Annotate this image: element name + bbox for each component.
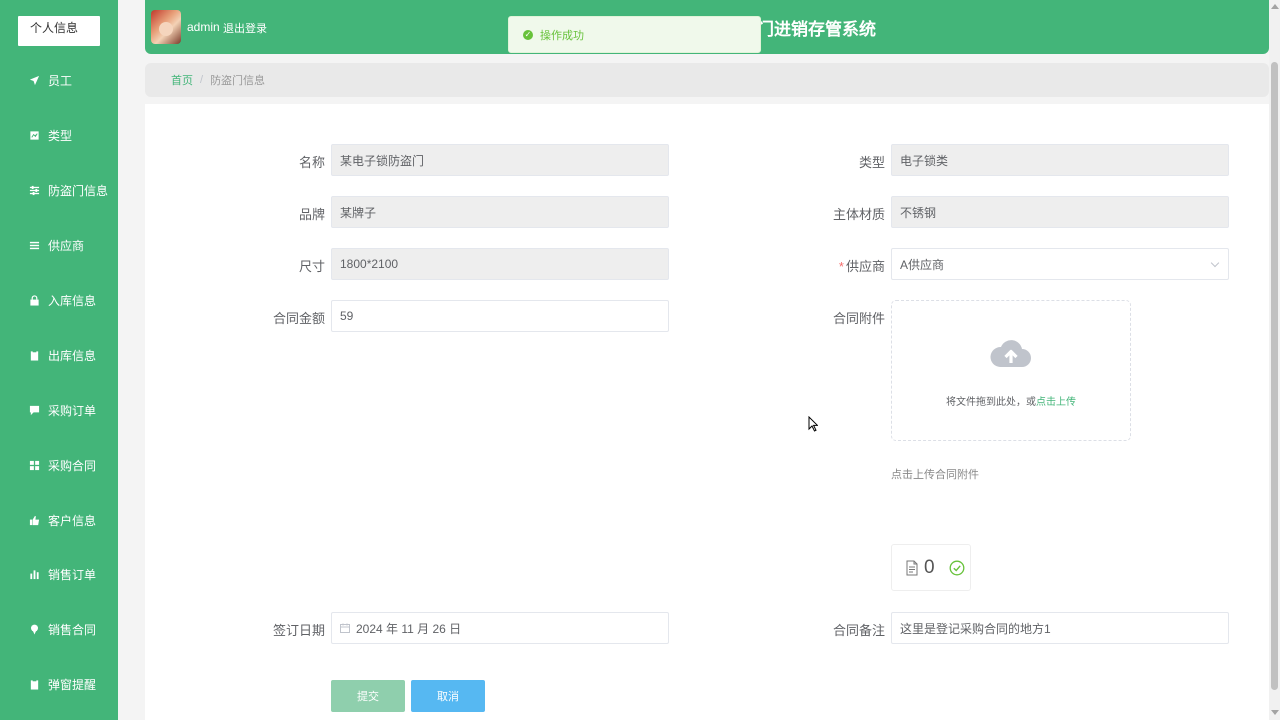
success-toast: ✓ 操作成功: [508, 16, 761, 53]
sidebar-item-stock-in[interactable]: 入库信息: [0, 285, 118, 315]
supplier-label-text: 供应商: [845, 259, 885, 274]
calendar-icon: [340, 623, 350, 633]
sidebar-item-label: 采购合同: [48, 458, 97, 473]
breadcrumb-separator: /: [200, 74, 204, 86]
pin-icon: [28, 623, 40, 635]
clipboard-icon: [28, 349, 40, 361]
size-field[interactable]: 1800*2100: [331, 248, 669, 280]
name-label: 名称: [298, 155, 325, 170]
sidebar-item-popup-reminder[interactable]: 弹窗提醒: [0, 669, 118, 699]
sliders-icon: [28, 184, 40, 196]
form-panel: 名称 某电子锁防盗门 类型 电子锁类 品牌 某牌子 主体材质 不锈钢 尺寸 18…: [145, 104, 1269, 720]
cancel-button[interactable]: 取消: [411, 680, 485, 712]
brand-field[interactable]: 某牌子: [331, 196, 669, 228]
grid-icon: [28, 459, 40, 471]
chart-box-icon: [28, 129, 40, 141]
sidebar-item-supplier[interactable]: 供应商: [0, 230, 118, 260]
sidebar-item-purchase-contract[interactable]: 采购合同: [0, 450, 118, 480]
list-icon: [28, 239, 40, 251]
chat-icon: [28, 404, 40, 416]
logout-link[interactable]: 退出登录: [223, 20, 267, 36]
avatar[interactable]: [151, 10, 181, 44]
sidebar-item-label: 类型: [48, 128, 73, 143]
sidebar-item-customer[interactable]: 客户信息: [0, 505, 118, 535]
date-value: 2024 年 11 月 26 日: [356, 621, 462, 636]
paper-plane-icon: [28, 74, 40, 86]
type-field[interactable]: 电子锁类: [891, 144, 1229, 176]
system-title: 门进销存管系统: [757, 20, 876, 39]
mouse-cursor-icon: [808, 416, 818, 432]
check-circle-icon: ✓: [523, 29, 533, 40]
sidebar-item-label: 供应商: [48, 238, 85, 253]
lock-icon: [28, 294, 40, 306]
cloud-upload-icon: [990, 340, 1031, 367]
sidebar-item-label: 员工: [48, 73, 73, 88]
remark-field[interactable]: 这里是登记采购合同的地方1: [891, 612, 1229, 644]
upload-dropzone[interactable]: 将文件拖到此处，或点击上传: [891, 300, 1131, 441]
name-field[interactable]: 某电子锁防盗门: [331, 144, 669, 176]
chevron-down-icon: [1210, 258, 1220, 268]
sidebar-item-label: 采购订单: [48, 403, 97, 418]
sidebar-item-sales-contract[interactable]: 销售合同: [0, 614, 118, 644]
sidebar-item-label: 出库信息: [48, 348, 97, 363]
scroll-up-arrow-icon[interactable]: [1271, 4, 1279, 9]
amount-field[interactable]: 59: [331, 300, 669, 332]
date-label: 签订日期: [272, 623, 325, 638]
sidebar-item-label: 入库信息: [48, 293, 97, 308]
submit-button[interactable]: 提交: [331, 680, 405, 712]
upload-link[interactable]: 点击上传: [1036, 397, 1076, 408]
date-picker[interactable]: 2024 年 11 月 26 日: [331, 612, 669, 644]
sidebar-item-sales-order[interactable]: 销售订单: [0, 559, 118, 589]
toast-message: 操作成功: [540, 29, 584, 42]
supplier-select[interactable]: A供应商: [891, 248, 1229, 280]
sidebar-item-label: 防盗门信息: [48, 183, 109, 198]
required-mark: *: [838, 259, 844, 274]
upload-hint: 将文件拖到此处，或: [946, 397, 1036, 408]
brand-label: 品牌: [298, 207, 325, 222]
sidebar-item-stock-out[interactable]: 出库信息: [0, 340, 118, 370]
amount-label: 合同金额: [272, 311, 325, 326]
supplier-label: * 供应商: [805, 256, 885, 275]
document-icon: [906, 560, 918, 575]
remark-label: 合同备注: [832, 623, 885, 638]
scroll-down-arrow-icon[interactable]: [1271, 710, 1279, 715]
breadcrumb-home[interactable]: 首页: [171, 72, 193, 88]
breadcrumb-current: 防盗门信息: [210, 75, 266, 87]
sidebar-item-label: 销售订单: [48, 567, 97, 582]
sidebar-item-purchase-order[interactable]: 采购订单: [0, 395, 118, 425]
bar-chart-icon: [28, 568, 40, 580]
sidebar-item-type[interactable]: 类型: [0, 120, 118, 150]
username: admin: [187, 20, 220, 34]
sidebar-item-door-info[interactable]: 防盗门信息: [0, 175, 118, 205]
file-count-card: 0: [891, 544, 971, 591]
supplier-value: A供应商: [900, 257, 945, 272]
upload-tip: 点击上传合同附件: [891, 469, 979, 481]
size-label: 尺寸: [298, 259, 325, 274]
sidebar-item-label: 客户信息: [48, 513, 97, 528]
sidebar-item-label: 销售合同: [48, 622, 97, 637]
material-label: 主体材质: [832, 207, 885, 222]
check-circle-icon: [949, 560, 965, 575]
scrollbar-thumb[interactable]: [1271, 62, 1278, 690]
profile-button[interactable]: 个人信息: [18, 16, 100, 46]
sidebar: 个人信息 员工 类型 防盗门信息 供应商 入库信息 出库信息 采购订单 采购合同…: [0, 0, 118, 720]
type-label: 类型: [858, 155, 885, 170]
upload-text: 将文件拖到此处，或点击上传: [892, 393, 1130, 408]
clipboard-icon: [28, 678, 40, 690]
material-field[interactable]: 不锈钢: [891, 196, 1229, 228]
file-count: 0: [924, 556, 935, 578]
thumb-icon: [28, 514, 40, 526]
sidebar-item-label: 弹窗提醒: [48, 677, 97, 692]
attachment-label: 合同附件: [832, 311, 885, 326]
breadcrumb: 首页 / 防盗门信息: [145, 63, 1269, 97]
sidebar-item-staff[interactable]: 员工: [0, 65, 118, 95]
